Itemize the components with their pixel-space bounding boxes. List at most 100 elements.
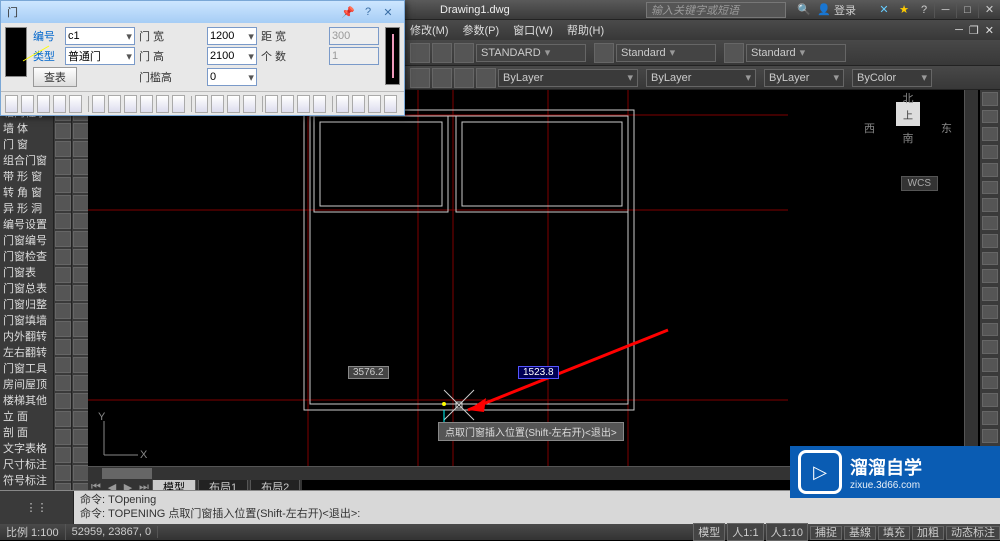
tool-icon[interactable] <box>982 287 998 301</box>
layer-combo[interactable]: ByLayer <box>498 69 638 87</box>
tool-icon[interactable] <box>982 305 998 319</box>
exchange-icon[interactable]: ✕ <box>876 2 892 18</box>
tool-icon[interactable] <box>73 195 89 211</box>
color-combo[interactable]: ByColor <box>852 69 932 87</box>
dialog-close-icon[interactable]: ✕ <box>378 6 398 19</box>
status-toggle[interactable]: 填充 <box>878 526 910 540</box>
field-leixing[interactable]: 普通门 <box>65 47 135 65</box>
command-grip[interactable]: ⋮⋮ <box>0 491 74 524</box>
tool-icon[interactable] <box>55 285 71 301</box>
tool-icon[interactable] <box>55 375 71 391</box>
dlg-tool-icon[interactable] <box>140 95 153 113</box>
dlg-tool-icon[interactable] <box>124 95 137 113</box>
menu-param[interactable]: 参数(P) <box>463 22 500 38</box>
dialog-help-icon[interactable]: ? <box>358 6 378 19</box>
field-menkuan[interactable]: 1200 <box>207 27 257 45</box>
tool-icon[interactable] <box>55 267 71 283</box>
door-elev-preview[interactable] <box>385 27 400 85</box>
status-anno11[interactable]: 人1:1 <box>727 523 763 541</box>
tool-icon[interactable] <box>982 269 998 283</box>
tool-icon[interactable] <box>55 357 71 373</box>
tool-icon[interactable] <box>55 141 71 157</box>
help-icon[interactable]: ? <box>916 2 932 18</box>
dlg-tool-icon[interactable] <box>211 95 224 113</box>
tool-icon[interactable] <box>73 159 89 175</box>
sidebar-item[interactable]: 墙 体 <box>0 120 53 136</box>
menu-help[interactable]: 帮助(H) <box>567 22 604 38</box>
dlg-tool-icon[interactable] <box>384 95 397 113</box>
dlg-tool-icon[interactable] <box>172 95 185 113</box>
layer-icon[interactable] <box>476 68 496 88</box>
user-icon[interactable]: 👤 <box>816 2 832 18</box>
dlg-tool-icon[interactable] <box>352 95 365 113</box>
tool-icon[interactable] <box>55 195 71 211</box>
tool-icon[interactable] <box>982 127 998 141</box>
tool-icon[interactable] <box>73 339 89 355</box>
tool-icon[interactable] <box>982 163 998 177</box>
sidebar-item[interactable]: 门窗编号 <box>0 232 53 248</box>
sidebar-item[interactable]: 立 面 <box>0 408 53 424</box>
tool-icon[interactable] <box>55 249 71 265</box>
dlg-tool-icon[interactable] <box>336 95 349 113</box>
status-toggle[interactable]: 捕捉 <box>810 526 842 540</box>
dlg-tool-icon[interactable] <box>227 95 240 113</box>
compass-n[interactable]: 北 <box>868 90 948 106</box>
tool-icon[interactable] <box>982 92 998 106</box>
chabiao-button[interactable]: 查表 <box>33 67 77 87</box>
tool-icon[interactable] <box>55 213 71 229</box>
status-anno110[interactable]: 人1:10 <box>766 523 808 541</box>
tool-icon[interactable] <box>73 231 89 247</box>
dlg-tool-icon[interactable] <box>53 95 66 113</box>
layer-icon[interactable] <box>410 68 430 88</box>
tool-icon[interactable] <box>55 465 71 481</box>
sidebar-item[interactable]: 符号标注 <box>0 472 53 488</box>
tool-icon[interactable] <box>982 340 998 354</box>
sidebar-item[interactable]: 楼梯其他 <box>0 392 53 408</box>
sidebar-item[interactable]: 房间屋顶 <box>0 376 53 392</box>
tool-icon[interactable] <box>982 358 998 372</box>
minimize-button[interactable]: ─ <box>934 2 956 18</box>
sidebar-item[interactable]: 门窗归整 <box>0 296 53 312</box>
field-mengao[interactable]: 2100 <box>207 47 257 65</box>
tool-icon[interactable] <box>55 429 71 445</box>
menu-modify[interactable]: 修改(M) <box>410 22 449 38</box>
doc-restore-button[interactable]: ❐ <box>969 24 979 37</box>
sidebar-item[interactable]: 门窗填墙 <box>0 312 53 328</box>
tool-icon[interactable] <box>982 234 998 248</box>
table-style-combo[interactable]: Standard <box>746 44 846 62</box>
dlg-tool-icon[interactable] <box>108 95 121 113</box>
status-toggle[interactable]: 加粗 <box>912 526 944 540</box>
dlg-tool-icon[interactable] <box>37 95 50 113</box>
field-menkan[interactable]: 0 <box>207 68 257 86</box>
tool-icon[interactable] <box>73 429 89 445</box>
sidebar-item[interactable]: 内外翻转 <box>0 328 53 344</box>
tool-icon[interactable] <box>432 43 452 63</box>
tool-icon[interactable] <box>73 177 89 193</box>
dlg-tool-icon[interactable] <box>281 95 294 113</box>
tool-icon[interactable] <box>982 429 998 443</box>
tool-icon[interactable] <box>73 411 89 427</box>
dim-style-combo[interactable]: Standard <box>616 44 716 62</box>
sidebar-item[interactable]: 尺寸标注 <box>0 456 53 472</box>
tool-icon[interactable] <box>55 339 71 355</box>
field-bianhao[interactable]: c1 <box>65 27 135 45</box>
dlg-tool-icon[interactable] <box>243 95 256 113</box>
tool-icon[interactable] <box>73 123 89 139</box>
tool-icon[interactable] <box>73 285 89 301</box>
tool-icon[interactable] <box>982 323 998 337</box>
tool-icon[interactable] <box>73 357 89 373</box>
dlg-tool-icon[interactable] <box>156 95 169 113</box>
dim-style-icon[interactable] <box>594 43 614 63</box>
tool-icon[interactable] <box>982 198 998 212</box>
lineweight-combo[interactable]: ByLayer <box>764 69 844 87</box>
tool-icon[interactable] <box>982 393 998 407</box>
tool-icon[interactable] <box>55 411 71 427</box>
table-style-icon[interactable] <box>724 43 744 63</box>
sidebar-item[interactable]: 门窗工具 <box>0 360 53 376</box>
close-button[interactable]: ✕ <box>978 2 1000 18</box>
tool-icon[interactable] <box>982 411 998 425</box>
tool-icon[interactable] <box>982 110 998 124</box>
search-icon[interactable]: 🔍 <box>796 2 812 18</box>
tool-icon[interactable] <box>454 43 474 63</box>
compass-s[interactable]: 南 <box>868 130 948 146</box>
